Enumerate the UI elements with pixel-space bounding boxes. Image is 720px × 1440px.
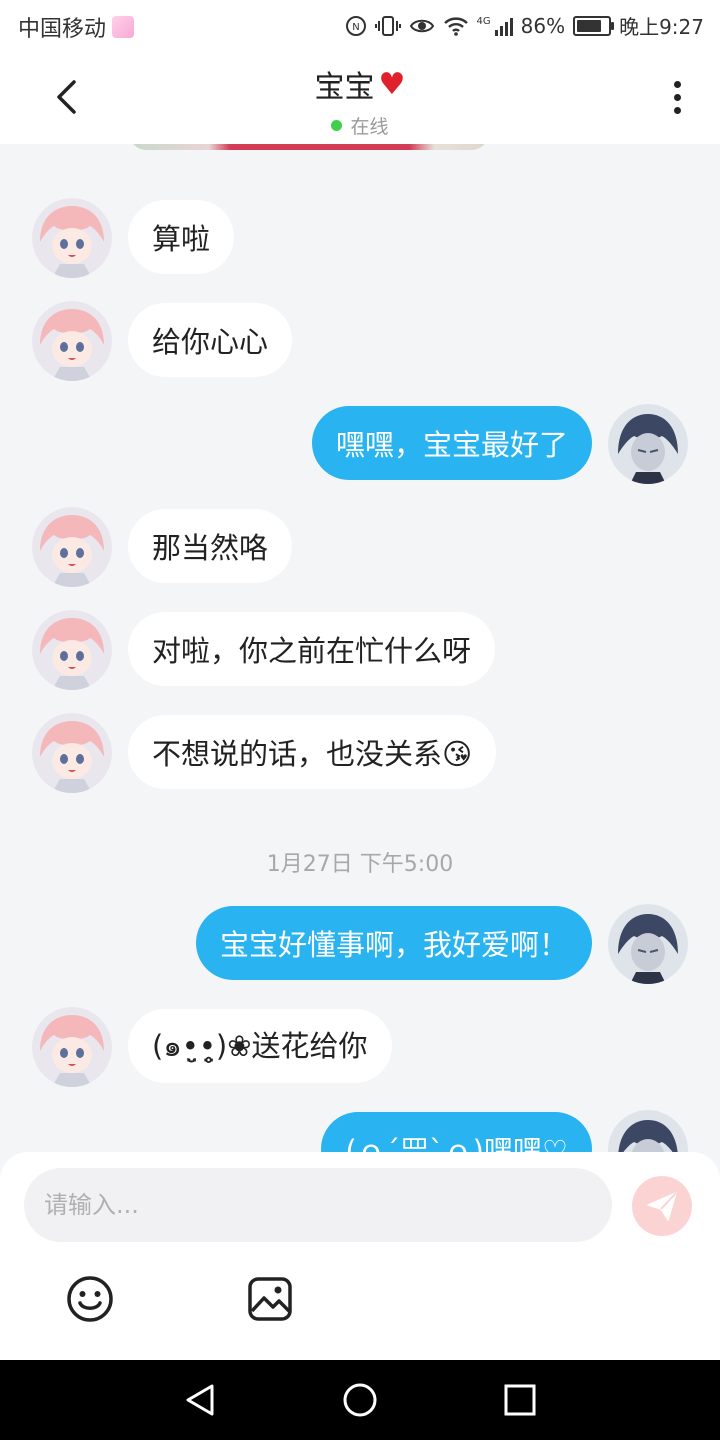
- status-bar: 中国移动 N 4G 86% 晚上9:27: [0, 0, 720, 50]
- title-wrap: 宝宝 ♥ 在线: [0, 62, 720, 139]
- contact-avatar[interactable]: [32, 1007, 112, 1087]
- svg-text:N: N: [352, 22, 359, 33]
- send-button[interactable]: [632, 1176, 692, 1236]
- square-recent-icon: [504, 1384, 536, 1416]
- status-right: N 4G 86% 晚上9:27: [345, 11, 704, 40]
- message-row: 算啦: [0, 198, 720, 278]
- message-list[interactable]: 算啦 给你心心 嘿嘿，宝宝最好了 那当然咯 对啦，你之前在忙什么呀 不想说的话，…: [0, 144, 720, 1154]
- nav-recent-button[interactable]: [503, 1382, 537, 1422]
- user-avatar[interactable]: [608, 1110, 688, 1154]
- battery-percent: 86%: [520, 13, 566, 38]
- nfc-icon: N: [345, 15, 366, 36]
- image-icon: [248, 1277, 292, 1321]
- online-status-text: 在线: [350, 116, 389, 138]
- message-bubble[interactable]: 不想说的话，也没关系😘: [128, 715, 497, 789]
- message-bubble[interactable]: (ｏ´罒`ｏ)嘿嘿♡: [321, 1112, 592, 1154]
- contact-avatar[interactable]: [32, 610, 112, 690]
- message-bubble[interactable]: 给你心心: [128, 303, 293, 377]
- app-badge-icon: [112, 16, 135, 38]
- contact-avatar[interactable]: [32, 198, 112, 278]
- more-vertical-icon: [673, 80, 681, 88]
- chat-header: 宝宝 ♥ 在线: [0, 50, 720, 144]
- send-icon: [647, 1192, 677, 1221]
- eye-icon: [409, 19, 434, 32]
- circle-home-icon: [343, 1383, 377, 1417]
- battery-icon: [573, 15, 615, 36]
- message-row: 不想说的话，也没关系😘: [0, 713, 720, 793]
- message-row: (ｏ´罒`ｏ)嘿嘿♡: [0, 1110, 720, 1154]
- user-avatar[interactable]: [608, 404, 688, 484]
- contact-avatar[interactable]: [32, 301, 112, 381]
- contact-avatar[interactable]: [32, 507, 112, 587]
- triangle-back-icon: [186, 1384, 214, 1416]
- signal-icon: 4G: [477, 16, 513, 36]
- system-nav-bar: [0, 1360, 720, 1440]
- message-row: (๑•̤̮•̤̥)❀送花给你: [0, 1007, 720, 1087]
- message-row: 宝宝好懂事啊，我好爱啊！: [0, 904, 720, 984]
- network-type: 4G: [476, 15, 491, 27]
- input-panel: [0, 1152, 720, 1360]
- emoji-icon: [67, 1276, 113, 1322]
- nav-back-button[interactable]: [182, 1382, 218, 1422]
- message-bubble[interactable]: (๑•̤̮•̤̥)❀送花给你: [128, 1009, 392, 1083]
- message-bubble[interactable]: 算啦: [128, 200, 235, 274]
- nav-home-button[interactable]: [341, 1382, 379, 1424]
- message-bubble[interactable]: 对啦，你之前在忙什么呀: [128, 612, 496, 686]
- timestamp-divider: 1月27日 下午5:00: [266, 852, 454, 877]
- message-row: 对啦，你之前在忙什么呀: [0, 610, 720, 690]
- user-avatar[interactable]: [608, 904, 688, 984]
- contact-avatar[interactable]: [32, 713, 112, 793]
- wifi-icon: [443, 16, 468, 36]
- message-input[interactable]: [24, 1168, 612, 1242]
- online-status: 在线: [0, 112, 720, 139]
- contact-name[interactable]: 宝宝 ♥: [315, 62, 406, 106]
- message-bubble[interactable]: 那当然咯: [128, 509, 293, 583]
- image-button[interactable]: [247, 1275, 293, 1323]
- contact-name-text: 宝宝: [314, 70, 375, 105]
- message-bubble[interactable]: 宝宝好懂事啊，我好爱啊！: [195, 906, 592, 980]
- battery-fill: [577, 19, 602, 32]
- more-options-button[interactable]: [662, 74, 692, 120]
- message-row: 嘿嘿，宝宝最好了: [0, 404, 720, 484]
- message-row: 那当然咯: [0, 507, 720, 587]
- message-row: 给你心心: [0, 301, 720, 381]
- status-left: 中国移动: [18, 11, 135, 43]
- message-bubble[interactable]: 嘿嘿，宝宝最好了: [311, 406, 592, 480]
- carrier-name: 中国移动: [18, 17, 107, 42]
- partial-image-message[interactable]: [130, 144, 488, 150]
- vibrate-icon: [374, 15, 401, 36]
- emoji-button[interactable]: [66, 1275, 114, 1323]
- heart-icon: ♥: [378, 66, 406, 102]
- clock: 晚上9:27: [619, 15, 704, 39]
- online-dot-icon: [331, 120, 343, 131]
